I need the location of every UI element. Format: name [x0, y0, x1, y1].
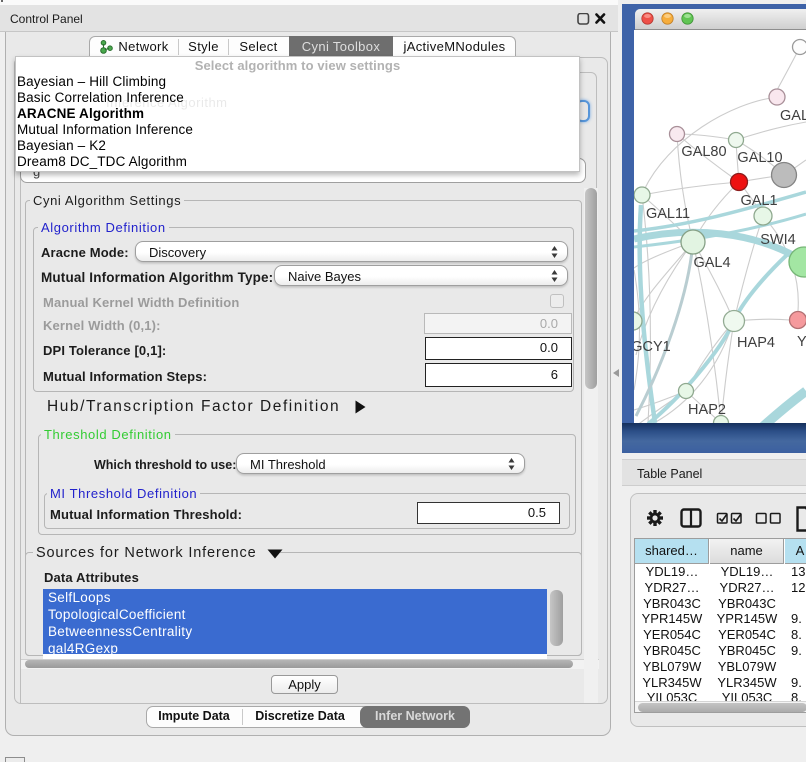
- svg-text:GAL80: GAL80: [681, 144, 726, 160]
- svg-text:GAL1: GAL1: [740, 193, 777, 209]
- svg-text:GAL4: GAL4: [693, 255, 730, 271]
- svg-text:GAL10: GAL10: [737, 150, 782, 166]
- svg-text:HAP4: HAP4: [737, 335, 775, 351]
- svg-text:GAL11: GAL11: [646, 206, 690, 222]
- svg-text:SWI4: SWI4: [760, 232, 795, 248]
- svg-text:GAL7: GAL7: [780, 108, 806, 124]
- svg-text:Y: Y: [797, 334, 806, 350]
- svg-text:GCY1: GCY1: [634, 339, 671, 355]
- svg-text:HAP2: HAP2: [688, 402, 726, 418]
